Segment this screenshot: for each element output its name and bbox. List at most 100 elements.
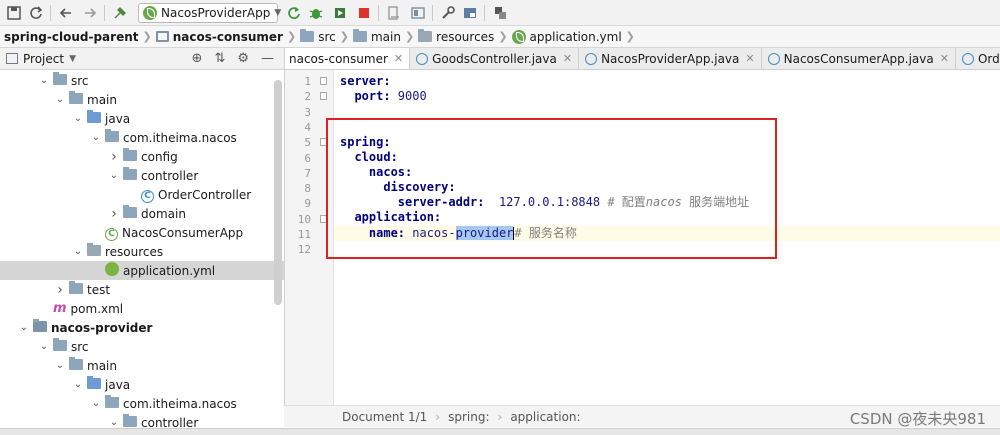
yaml-path-spring[interactable]: spring: — [448, 410, 489, 424]
chevron-down-icon[interactable]: ⌄ — [38, 75, 50, 86]
yaml-key: server: — [340, 74, 391, 88]
rerun-icon[interactable] — [284, 3, 304, 23]
debug-icon[interactable] — [306, 3, 326, 23]
structure-icon[interactable] — [384, 3, 404, 23]
collapse-all-icon[interactable]: ⇅ — [214, 51, 225, 66]
code-line-2: port: 9000 — [340, 89, 426, 104]
tab-nacos-consumer-app[interactable]: NacosConsumerApp.java ✕ — [762, 48, 956, 69]
run-configuration-select[interactable]: NacosProviderApp ▼ — [138, 3, 282, 23]
tree-item[interactable]: application.yml — [0, 261, 284, 280]
breadcrumb-src[interactable]: src — [296, 26, 340, 48]
chevron-down-icon[interactable]: ⌄ — [72, 113, 84, 124]
chevron-down-icon[interactable]: ⌄ — [72, 246, 84, 257]
chevron-right-icon[interactable]: › — [108, 206, 120, 222]
stop-icon[interactable] — [354, 3, 374, 23]
locate-icon[interactable]: ⊕ — [192, 51, 203, 66]
chevron-down-icon[interactable]: ⌄ — [108, 417, 120, 428]
chevron-down-icon[interactable]: ⌄ — [38, 341, 50, 352]
breadcrumb-resources[interactable]: resources — [414, 26, 498, 48]
tree-item[interactable]: ⌄ resources — [0, 242, 284, 261]
tab-nacos-consumer-yml[interactable]: nacos-consumer ✕ — [285, 48, 411, 69]
sync-icon[interactable] — [26, 3, 46, 23]
folder-icon — [352, 29, 367, 42]
tree-item[interactable]: ⌄ java — [0, 375, 284, 394]
tree-item[interactable]: ⌄ controller — [0, 413, 284, 428]
tab-label: GoodsController.java — [432, 51, 557, 66]
resources-folder-icon — [418, 29, 433, 42]
breadcrumb-file[interactable]: application.yml — [508, 26, 626, 48]
close-icon[interactable]: ✕ — [394, 52, 403, 65]
package-icon — [123, 147, 137, 164]
line-number: 9 — [304, 197, 311, 211]
chevron-down-icon[interactable]: ⌄ — [72, 379, 84, 390]
tree-item[interactable]: C NacosConsumerApp — [0, 223, 284, 242]
settings-wrench-icon[interactable] — [438, 3, 458, 23]
tree-item[interactable]: › config — [0, 147, 284, 166]
close-icon[interactable]: ✕ — [940, 52, 949, 65]
tree-item[interactable]: ⌄ nacos-provider — [0, 318, 284, 337]
line-number: 8 — [304, 182, 311, 196]
sdk-icon[interactable] — [460, 3, 480, 23]
forward-icon[interactable] — [80, 3, 100, 23]
build-icon[interactable] — [110, 3, 130, 23]
document-indicator[interactable]: Document 1/1 — [342, 410, 427, 424]
yaml-path-application[interactable]: application: — [510, 410, 580, 424]
yaml-key: port: — [354, 89, 391, 103]
project-view-selector[interactable]: Project ▼ — [0, 52, 76, 66]
breadcrumb-main[interactable]: main — [349, 26, 405, 48]
fold-marker-icon[interactable] — [320, 92, 327, 101]
breadcrumb-project[interactable]: spring-cloud-parent — [0, 26, 142, 48]
tree-item[interactable]: ⌄ src — [0, 337, 284, 356]
chevron-down-icon[interactable]: ⌄ — [54, 94, 66, 105]
tree-item[interactable]: ⌄ controller — [0, 166, 284, 185]
tree-item-label: resources — [105, 244, 164, 259]
line-number: 2 — [304, 90, 311, 104]
tree-item[interactable]: C OrderController — [0, 185, 284, 204]
chevron-right-icon[interactable]: › — [54, 282, 66, 298]
tree-item[interactable]: › domain — [0, 204, 284, 223]
chevron-down-icon[interactable]: ⌄ — [108, 170, 120, 181]
tree-item[interactable]: ⌄ src — [0, 71, 284, 90]
tree-item-label: controller — [141, 168, 199, 183]
database-icon[interactable] — [490, 3, 510, 23]
tree-item[interactable]: ⌄ java — [0, 109, 284, 128]
class-icon — [585, 52, 598, 65]
chevron-down-icon[interactable]: ⌄ — [54, 360, 66, 371]
breadcrumb-separator-icon: ❯ — [625, 30, 635, 43]
tree-item[interactable]: ⌄ main — [0, 356, 284, 375]
tree-item-label: pom.xml — [70, 301, 124, 316]
tab-goods-controller[interactable]: GoodsController.java ✕ — [410, 48, 580, 69]
line-number: 5 — [304, 136, 311, 150]
chevron-down-icon[interactable]: ⌄ — [90, 132, 102, 143]
chevron-down-icon[interactable]: ⌄ — [18, 322, 30, 333]
tree-item[interactable]: ⌄ com.itheima.nacos — [0, 394, 284, 413]
yml-file-icon — [511, 29, 526, 44]
folder-icon — [53, 337, 67, 354]
chevron-right-icon[interactable]: › — [108, 149, 120, 165]
tree-item[interactable]: ⌄ main — [0, 90, 284, 109]
tab-order-controller[interactable]: OrderController.java — [956, 48, 1000, 69]
breadcrumb-module[interactable]: nacos-consumer — [152, 26, 287, 48]
close-icon[interactable]: ✕ — [563, 52, 572, 65]
package-icon — [105, 394, 119, 411]
tab-nacos-provider-app[interactable]: NacosProviderApp.java ✕ — [579, 48, 762, 69]
back-icon[interactable] — [56, 3, 76, 23]
project-tree-scrollbar[interactable] — [274, 80, 282, 305]
close-icon[interactable]: ✕ — [745, 52, 754, 65]
save-icon[interactable] — [4, 3, 24, 23]
fold-marker-icon[interactable] — [320, 77, 327, 85]
line-number: 10 — [297, 212, 311, 226]
chevron-down-icon: ▼ — [274, 8, 282, 18]
tree-item[interactable]: › test — [0, 280, 284, 299]
hide-icon[interactable]: — — [261, 51, 274, 66]
tree-item[interactable]: ⌄ com.itheima.nacos — [0, 128, 284, 147]
package-icon — [123, 413, 137, 429]
project-structure-icon[interactable] — [408, 3, 428, 23]
tree-item-label: controller — [141, 415, 199, 429]
chevron-down-icon[interactable]: ⌄ — [90, 398, 102, 409]
tree-item[interactable]: m pom.xml — [0, 299, 284, 318]
tab-label: OrderController.java — [977, 51, 1000, 66]
folder-icon — [69, 356, 83, 373]
coverage-icon[interactable] — [330, 3, 350, 23]
gear-icon[interactable]: ⚙ — [237, 51, 249, 66]
